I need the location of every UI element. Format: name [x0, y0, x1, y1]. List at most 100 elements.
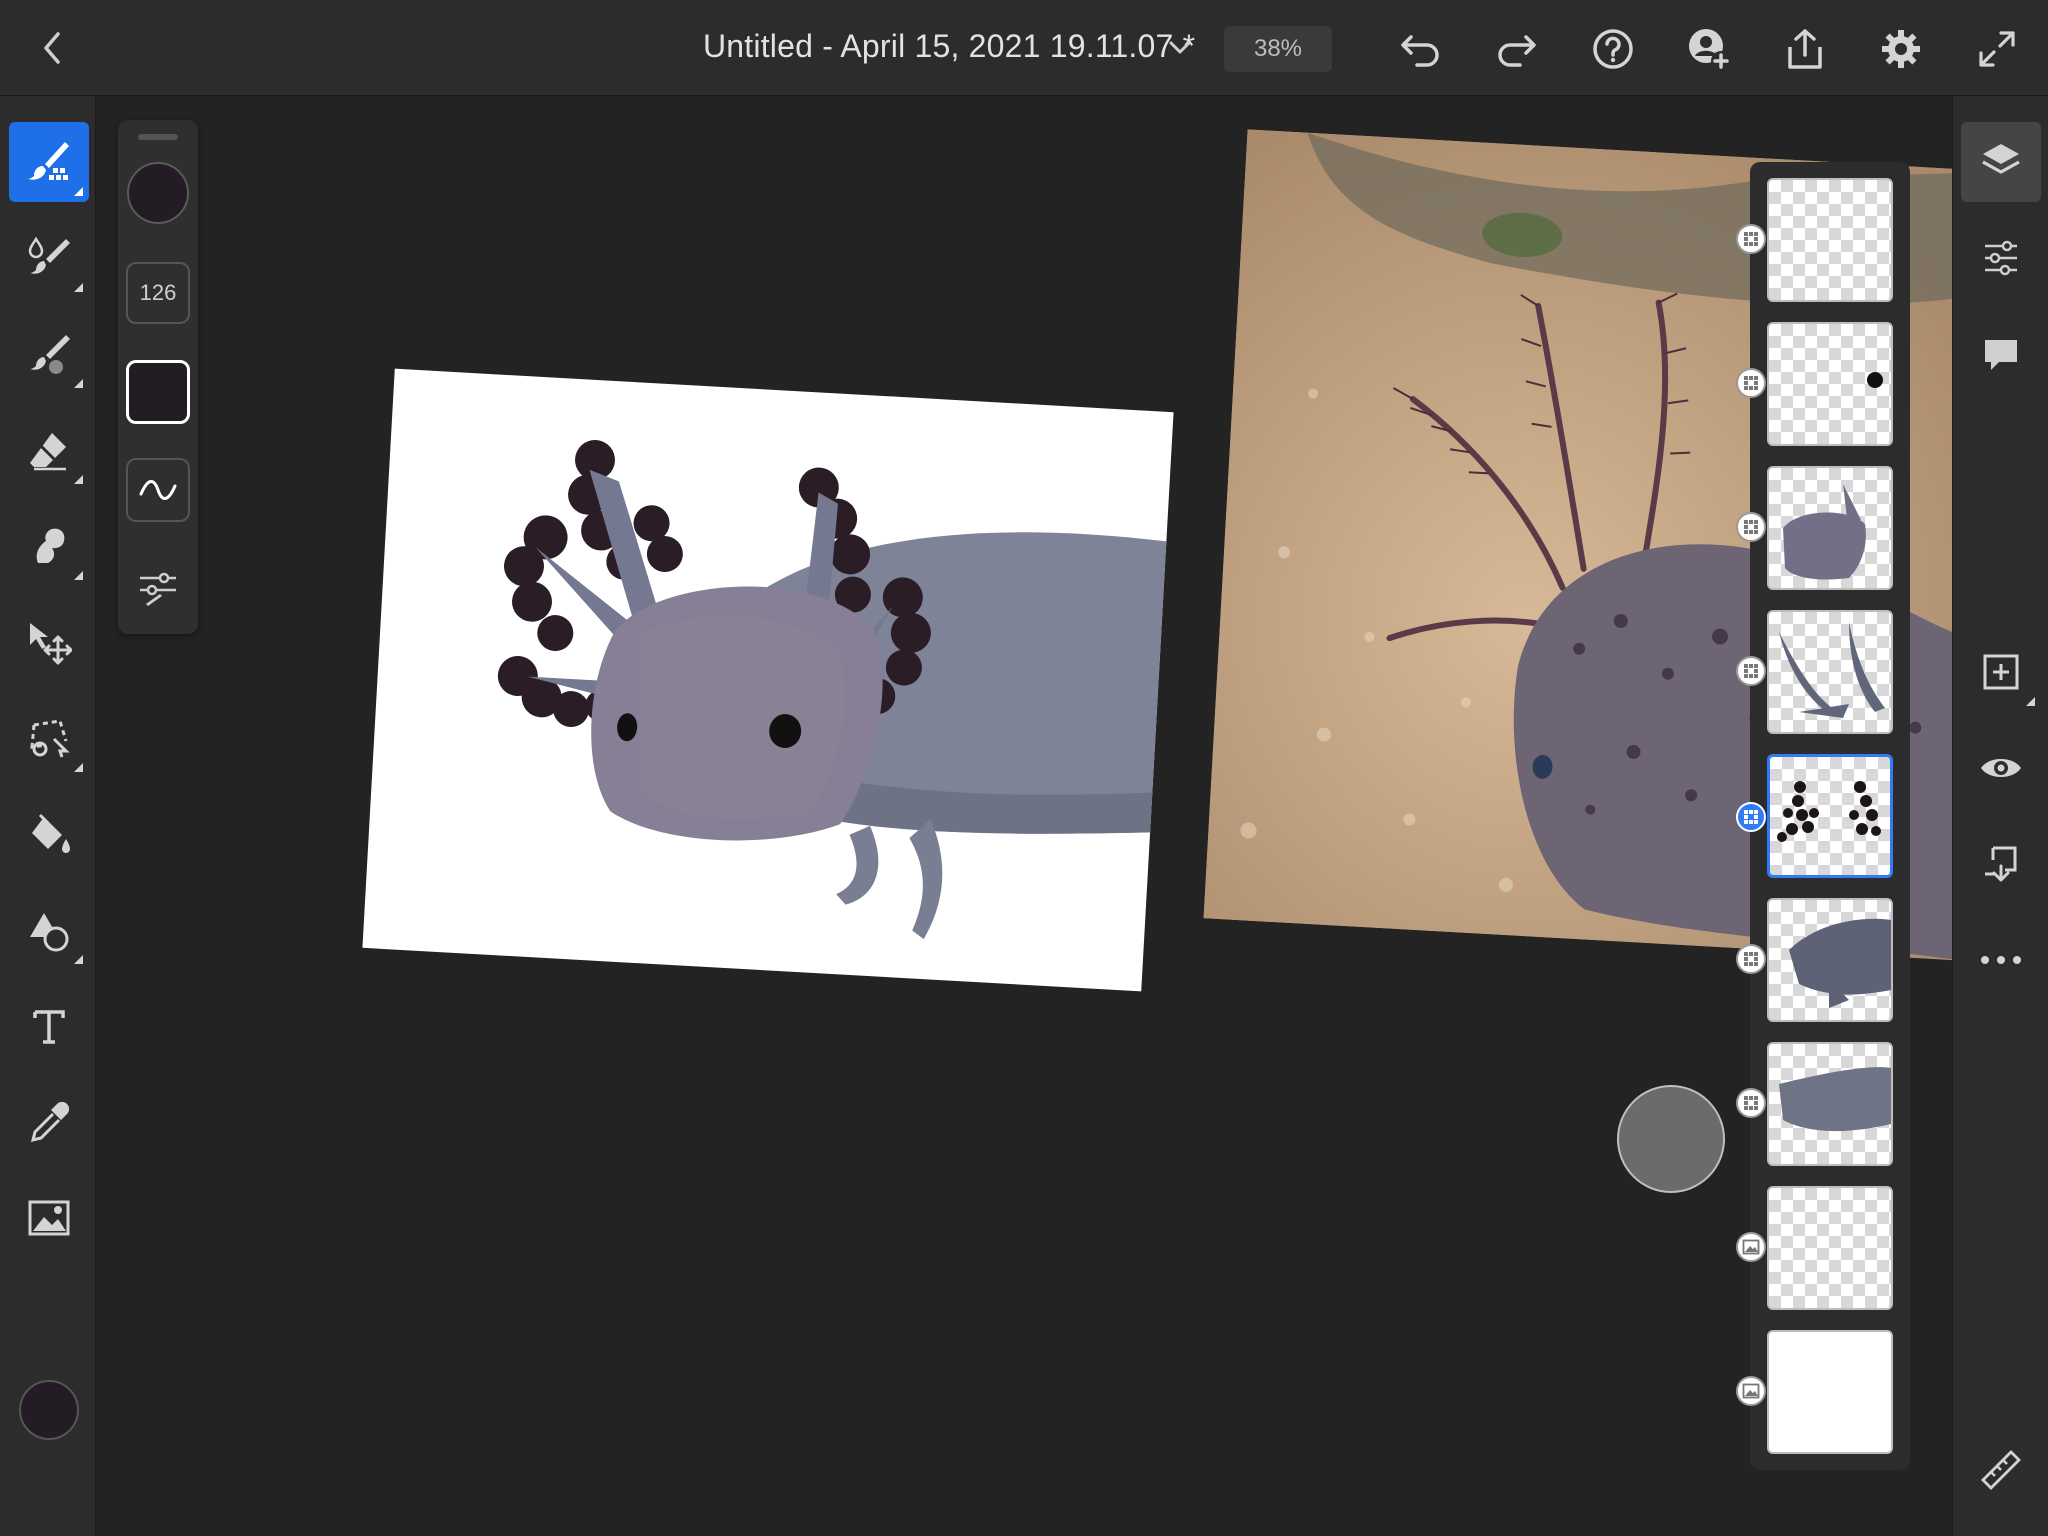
eyedropper-tool[interactable] [9, 1082, 89, 1162]
layer-type-badge [1736, 1376, 1766, 1406]
pixel-layer-icon [1744, 664, 1758, 678]
layer-preview [1783, 484, 1866, 580]
brush-settings-button[interactable] [126, 556, 190, 620]
fullscreen-button[interactable] [1972, 24, 2022, 74]
smudge-brush-tool[interactable] [9, 218, 89, 298]
brush-smoothing-button[interactable] [126, 458, 190, 522]
pixel-layer-icon [1744, 952, 1758, 966]
tool-options-indicator [74, 475, 83, 484]
tool-rail [0, 96, 96, 1536]
move-icon [30, 623, 72, 665]
help-icon [1593, 29, 1633, 69]
invite-icon [1689, 29, 1731, 71]
comments-button[interactable] [1961, 314, 2041, 394]
layer-thumbnail-1[interactable] [1767, 178, 1893, 302]
layer-thumbnail-4[interactable] [1767, 610, 1893, 734]
brush-size-preview [1617, 1085, 1725, 1193]
layer-type-badge [1736, 1088, 1766, 1118]
mixer-brush-icon [30, 335, 70, 374]
visibility-icon [1981, 759, 2021, 777]
merge-down-button[interactable] [1961, 824, 2041, 904]
layer-thumbnail-6[interactable] [1767, 898, 1893, 1022]
place-image-tool[interactable] [9, 1178, 89, 1258]
layer-thumbnail-9[interactable] [1767, 1330, 1893, 1454]
layer-thumbnail-5[interactable] [1767, 754, 1893, 878]
image-layer-icon [1742, 1383, 1760, 1399]
brush-flow-swatch[interactable] [126, 360, 190, 424]
text-tool[interactable] [9, 986, 89, 1066]
share-button[interactable] [1780, 24, 1830, 74]
layer-type-badge [1736, 944, 1766, 974]
pixel-layer-icon [1744, 520, 1758, 534]
layer-properties-icon [1985, 240, 2017, 276]
layer-thumbnail-2[interactable] [1767, 322, 1893, 446]
back-button[interactable] [30, 26, 74, 70]
redo-button[interactable] [1491, 24, 1541, 74]
brush-size-value[interactable]: 126 [126, 262, 190, 324]
undo-button[interactable] [1396, 24, 1446, 74]
eraser-tool[interactable] [9, 410, 89, 490]
smudge-brush-icon [28, 236, 70, 274]
top-bar: Untitled - April 15, 2021 19.11.07 * 38% [0, 0, 2048, 96]
visibility-button[interactable] [1961, 728, 2041, 808]
pixel-layer-icon [1744, 232, 1758, 246]
fill-bucket-icon [32, 813, 70, 853]
tool-options-indicator [74, 571, 83, 580]
pixel-layer-icon [1744, 1096, 1758, 1110]
document-title[interactable]: Untitled - April 15, 2021 19.11.07 * [703, 28, 1195, 65]
shapes-icon [30, 913, 69, 952]
add-layer-button[interactable] [1961, 632, 2041, 712]
tool-options-indicator [74, 283, 83, 292]
layer-thumbnail-7[interactable] [1767, 1042, 1893, 1166]
ruler-icon [1981, 1450, 2021, 1490]
canvas-artwork-drawing[interactable] [362, 368, 1174, 992]
layer-type-badge [1736, 1232, 1766, 1262]
settings-button[interactable] [1876, 24, 1926, 74]
tool-options-indicator [74, 763, 83, 772]
back-icon [44, 32, 60, 64]
text-icon [33, 1010, 65, 1044]
right-rail [1952, 96, 2048, 1536]
pixel-layer-icon [1744, 376, 1758, 390]
tool-options-indicator [74, 955, 83, 964]
selection-tool[interactable] [9, 698, 89, 778]
tool-options-indicator [74, 187, 83, 196]
help-button[interactable] [1588, 24, 1638, 74]
layer-thumbnail-3[interactable] [1767, 466, 1893, 590]
wave-icon [139, 480, 177, 500]
liquify-icon [36, 528, 65, 563]
current-color-swatch[interactable] [19, 1380, 79, 1440]
layer-thumbnail-8[interactable] [1767, 1186, 1893, 1310]
image-layer-icon [1742, 1239, 1760, 1255]
more-icon [1981, 956, 2021, 964]
pixel-layer-icon [1744, 810, 1758, 824]
brush-settings-icon [140, 572, 176, 606]
more-options-button[interactable] [1961, 920, 2041, 1000]
fill-tool[interactable] [9, 794, 89, 874]
layers-icon [1982, 144, 2020, 174]
chevron-down-icon [1169, 41, 1191, 54]
layers-button[interactable] [1961, 122, 2041, 202]
paint-brush-tool[interactable] [9, 122, 89, 202]
mixer-brush-tool[interactable] [9, 314, 89, 394]
redo-icon [1498, 35, 1536, 67]
document-menu-button[interactable] [1160, 28, 1200, 68]
paint-brush-icon [28, 142, 69, 180]
gear-icon [1882, 30, 1920, 68]
panel-drag-handle[interactable] [138, 134, 178, 140]
layer-properties-button[interactable] [1961, 218, 2041, 298]
layer-type-badge [1736, 512, 1766, 542]
transform-tool[interactable] [9, 602, 89, 682]
brush-settings-panel: 126 [118, 120, 198, 634]
tool-options-indicator [74, 379, 83, 388]
shapes-tool[interactable] [9, 890, 89, 970]
layer-preview [1867, 372, 1883, 388]
invite-button[interactable] [1684, 24, 1734, 74]
ruler-button[interactable] [1961, 1430, 2041, 1510]
eraser-icon [30, 433, 66, 471]
liquify-tool[interactable] [9, 506, 89, 586]
zoom-level[interactable]: 38% [1224, 26, 1332, 72]
brush-color-swatch[interactable] [127, 162, 189, 224]
layer-preview [1777, 781, 1881, 842]
image-icon [28, 1200, 70, 1236]
